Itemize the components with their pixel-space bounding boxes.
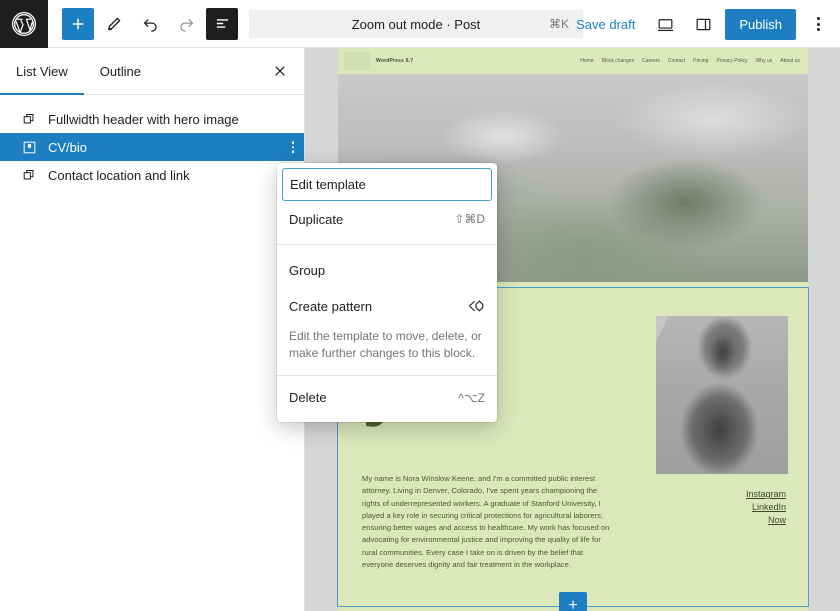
toolbar-left-group: [48, 7, 238, 40]
list-item-cv-bio[interactable]: CV/bio: [0, 133, 304, 161]
undo-button[interactable]: [134, 8, 166, 40]
list-view-toggle-button[interactable]: [206, 7, 238, 40]
nav-item[interactable]: Home: [580, 58, 593, 64]
nav-item[interactable]: Careers: [642, 58, 660, 64]
list-item-label: Contact location and link: [48, 167, 190, 183]
pattern-icon: [22, 112, 46, 127]
edit-tool-button[interactable]: [98, 8, 130, 40]
wordpress-logo-icon[interactable]: [0, 0, 48, 48]
menu-item-shortcut: ^⌥Z: [458, 390, 485, 405]
site-logo: [344, 52, 370, 70]
site-brand: WordPress 6.7: [376, 58, 414, 64]
editor-window: Zoom out mode · Post ⌘K Save draft Publi…: [0, 0, 840, 611]
list-item-label: Fullwidth header with hero image: [48, 111, 239, 127]
nav-item[interactable]: Why us: [756, 58, 773, 64]
menu-item-shortcut: ⇧⌘D: [454, 212, 485, 226]
menu-divider: [277, 374, 497, 376]
list-item-label: CV/bio: [48, 139, 88, 155]
list-view-tabs: List View Outline: [0, 48, 304, 95]
nav-item[interactable]: Pricing: [693, 58, 708, 64]
block-options-context-menu: Edit template Duplicate ⇧⌘D Group Create…: [277, 163, 497, 422]
tab-list-view-label: List View: [16, 63, 68, 79]
menu-item-edit-template[interactable]: Edit template: [282, 168, 492, 201]
portrait-image: [656, 316, 788, 474]
list-view-panel: List View Outline Fullwidth header with …: [0, 48, 305, 611]
redo-button[interactable]: [170, 8, 202, 40]
nav-item[interactable]: About us: [780, 58, 800, 64]
social-links: Instagram LinkedIn Now: [746, 488, 786, 527]
list-item-contact-location[interactable]: Contact location and link: [0, 161, 304, 189]
tab-outline-label: Outline: [99, 63, 141, 79]
menu-item-label: Edit template: [290, 177, 366, 192]
menu-item-create-pattern[interactable]: Create pattern: [277, 288, 497, 324]
social-link-linkedin[interactable]: LinkedIn: [746, 501, 786, 514]
command-bar[interactable]: Zoom out mode · Post ⌘K: [249, 10, 583, 38]
settings-sidebar-icon[interactable]: [687, 8, 719, 40]
nav-item[interactable]: Privacy Policy: [716, 58, 747, 64]
cv-bio-paragraph: My name is Nora Winslow Keene, and I'm a…: [362, 474, 610, 570]
menu-item-group[interactable]: Group: [277, 252, 497, 288]
desktop-preview-icon[interactable]: [649, 8, 681, 40]
command-bar-shortcut: ⌘K: [548, 17, 569, 31]
nav-item[interactable]: Block changes: [602, 58, 635, 64]
close-icon[interactable]: [264, 55, 296, 87]
pattern-chevrons-icon: [467, 297, 485, 315]
site-nav: Home Block changes Careers Contact Prici…: [580, 58, 800, 64]
menu-item-label: Group: [289, 262, 326, 278]
editor-toolbar: Zoom out mode · Post ⌘K Save draft Publi…: [0, 0, 840, 48]
bookmark-block-icon: [22, 140, 46, 155]
menu-note-text: Edit the template to move, delete, or ma…: [289, 329, 482, 361]
menu-item-delete[interactable]: Delete ^⌥Z: [277, 380, 497, 416]
menu-item-duplicate[interactable]: Duplicate ⇧⌘D: [277, 201, 497, 237]
pattern-icon: [22, 168, 46, 183]
social-link-instagram[interactable]: Instagram: [746, 488, 786, 501]
command-bar-label: Zoom out mode · Post: [351, 16, 481, 32]
menu-item-label: Duplicate: [289, 211, 344, 227]
block-inserter-button[interactable]: +: [559, 592, 587, 611]
nav-item[interactable]: Contact: [668, 58, 685, 64]
site-header: WordPress 6.7 Home Block changes Careers…: [338, 48, 808, 74]
publish-button[interactable]: Publish: [725, 8, 796, 40]
tab-list-view[interactable]: List View: [0, 48, 84, 95]
toolbar-right-group: Save draft Publish: [568, 0, 834, 48]
menu-item-label: Delete: [289, 390, 327, 406]
add-block-button[interactable]: [62, 7, 94, 40]
social-link-now[interactable]: Now: [746, 514, 786, 527]
tab-outline[interactable]: Outline: [84, 48, 157, 94]
list-item-options-icon[interactable]: [291, 141, 294, 153]
menu-item-label: Create pattern: [289, 298, 373, 314]
save-draft-button[interactable]: Save draft: [568, 11, 643, 38]
list-item-fullwidth-header[interactable]: Fullwidth header with hero image: [0, 105, 304, 133]
block-list-tree: Fullwidth header with hero image CV/bio: [0, 95, 304, 189]
kebab-menu-icon[interactable]: [802, 8, 834, 40]
menu-divider: [277, 244, 497, 245]
